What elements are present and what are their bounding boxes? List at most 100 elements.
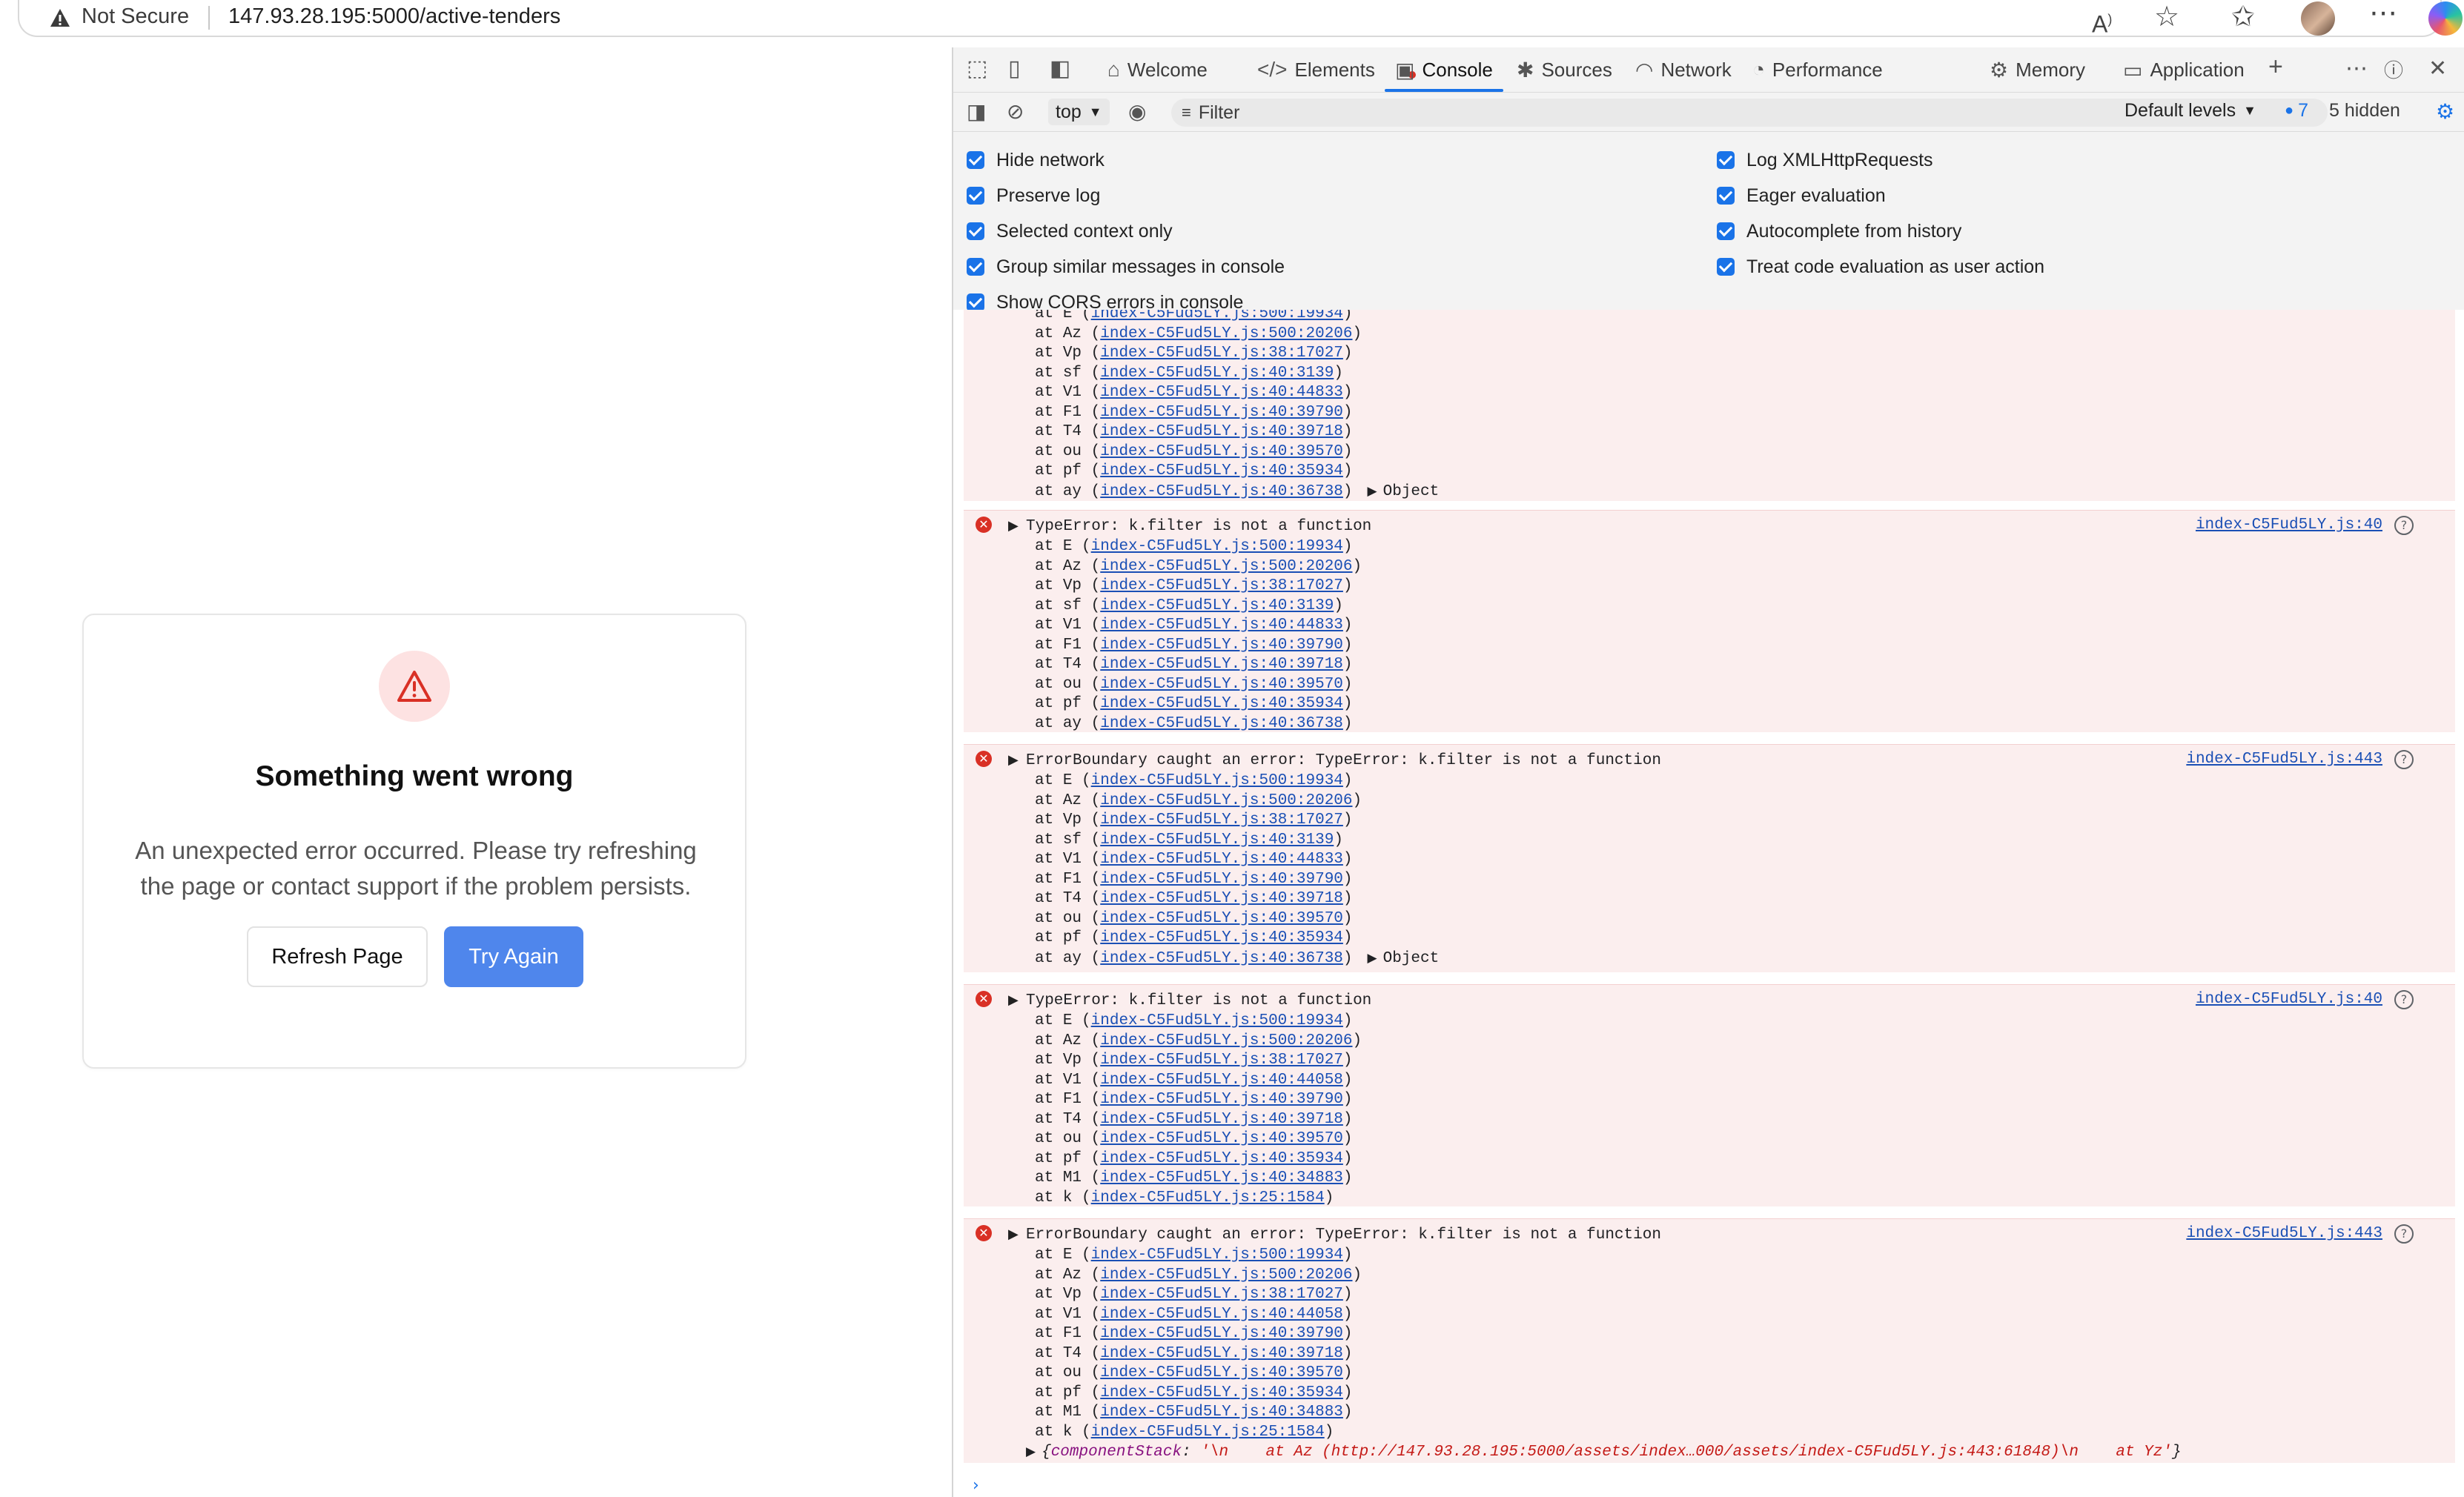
object-toggle[interactable]: ▶ Object <box>1368 950 1440 967</box>
source-link[interactable]: index-C5Fud5LY.js:40 <box>2196 517 2382 534</box>
frame-source-link[interactable]: index-C5Fud5LY.js:38:17027 <box>1100 1052 1343 1069</box>
checkbox-checked[interactable] <box>1717 151 1735 169</box>
frame-source-link[interactable]: index-C5Fud5LY.js:40:44833 <box>1100 384 1343 401</box>
inspect-icon[interactable]: ⬚ <box>967 56 987 82</box>
checkbox-checked[interactable] <box>967 187 984 205</box>
tab-network[interactable]: ◠ Network <box>1625 47 1742 92</box>
ai-explain-icon[interactable]: ? <box>2394 516 2414 535</box>
frame-source-link[interactable]: index-C5Fud5LY.js:40:35934 <box>1100 1150 1343 1167</box>
frame-source-link[interactable]: index-C5Fud5LY.js:25:1584 <box>1091 1424 1325 1441</box>
frame-source-link[interactable]: index-C5Fud5LY.js:500:20206 <box>1100 1032 1352 1049</box>
frame-source-link[interactable]: index-C5Fud5LY.js:40:39718 <box>1100 1345 1343 1362</box>
more-tools-icon[interactable]: ⋯ <box>2345 56 2368 82</box>
help-icon[interactable]: ⓘ <box>2384 58 2403 83</box>
frame-source-link[interactable]: index-C5Fud5LY.js:40:3139 <box>1100 365 1334 382</box>
frame-source-link[interactable]: index-C5Fud5LY.js:40:39570 <box>1100 910 1343 927</box>
setting-hide-network[interactable]: Hide network <box>967 142 1285 178</box>
try-again-button[interactable]: Try Again <box>444 926 583 987</box>
refresh-page-button[interactable]: Refresh Page <box>247 926 428 987</box>
frame-source-link[interactable]: index-C5Fud5LY.js:40:44833 <box>1100 851 1343 868</box>
frame-source-link[interactable]: index-C5Fud5LY.js:25:1584 <box>1091 1189 1325 1206</box>
tab-memory[interactable]: ⚙ Memory <box>1979 47 2096 92</box>
tab-sources[interactable]: ✱ Sources <box>1506 47 1623 92</box>
address-bar[interactable]: Not Secure 147.93.28.195:5000/active-ten… <box>18 0 2463 39</box>
frame-source-link[interactable]: index-C5Fud5LY.js:40:39718 <box>1100 656 1343 673</box>
frame-source-link[interactable]: index-C5Fud5LY.js:40:39718 <box>1100 890 1343 907</box>
frame-source-link[interactable]: index-C5Fud5LY.js:40:44833 <box>1100 617 1343 634</box>
frame-source-link[interactable]: index-C5Fud5LY.js:40:39790 <box>1100 404 1343 421</box>
dock-side-icon[interactable]: ◧ <box>1050 56 1070 82</box>
source-link[interactable]: index-C5Fud5LY.js:443 <box>2186 1225 2382 1242</box>
star-icon[interactable]: ☆ <box>2154 2 2179 32</box>
url-text[interactable]: 147.93.28.195:5000/active-tenders <box>228 4 560 29</box>
frame-source-link[interactable]: index-C5Fud5LY.js:500:20206 <box>1100 558 1352 575</box>
ai-explain-icon[interactable]: ? <box>2394 750 2414 769</box>
expand-caret-icon[interactable]: ▶ <box>1008 752 1019 768</box>
tab-application[interactable]: ▭ Application <box>2113 47 2255 92</box>
component-stack-object[interactable]: ▶ {componentStack: '\n at Az (http://147.… <box>1026 1444 2182 1461</box>
frame-source-link[interactable]: index-C5Fud5LY.js:40:44058 <box>1100 1072 1343 1089</box>
setting-eager-evaluation[interactable]: Eager evaluation <box>1717 178 2044 213</box>
frame-source-link[interactable]: index-C5Fud5LY.js:40:39570 <box>1100 1364 1343 1381</box>
frame-source-link[interactable]: index-C5Fud5LY.js:40:34883 <box>1100 1169 1343 1186</box>
checkbox-checked[interactable] <box>967 258 984 276</box>
frame-source-link[interactable]: index-C5Fud5LY.js:40:39790 <box>1100 1325 1343 1342</box>
frame-source-link[interactable]: index-C5Fud5LY.js:40:39790 <box>1100 637 1343 654</box>
frame-source-link[interactable]: index-C5Fud5LY.js:40:3139 <box>1100 832 1334 849</box>
console-settings-icon[interactable]: ⚙ <box>2436 100 2454 124</box>
device-emulation-icon[interactable]: ▯ <box>1008 56 1021 82</box>
frame-source-link[interactable]: index-C5Fud5LY.js:40:35934 <box>1100 695 1343 712</box>
clear-console-icon[interactable]: ⊘ <box>1007 100 1024 124</box>
more-icon[interactable]: ⋯ <box>2369 0 2397 28</box>
sidebar-toggle-icon[interactable]: ◨ <box>967 100 986 124</box>
frame-source-link[interactable]: index-C5Fud5LY.js:40:39570 <box>1100 676 1343 693</box>
checkbox-checked[interactable] <box>967 222 984 240</box>
frame-source-link[interactable]: index-C5Fud5LY.js:40:36738 <box>1100 715 1343 732</box>
setting-preserve-log[interactable]: Preserve log <box>967 178 1285 213</box>
frame-source-link[interactable]: index-C5Fud5LY.js:40:39570 <box>1100 443 1343 460</box>
checkbox-checked[interactable] <box>1717 258 1735 276</box>
frame-source-link[interactable]: index-C5Fud5LY.js:40:39790 <box>1100 1091 1343 1108</box>
favorites-icon[interactable]: ✩ <box>2231 2 2255 32</box>
frame-source-link[interactable]: index-C5Fud5LY.js:40:35934 <box>1100 929 1343 946</box>
read-aloud-icon[interactable]: A) <box>2092 4 2112 39</box>
frame-source-link[interactable]: index-C5Fud5LY.js:40:44058 <box>1100 1306 1343 1323</box>
frame-source-link[interactable]: index-C5Fud5LY.js:40:3139 <box>1100 597 1334 614</box>
tab-performance[interactable]: ◔ Performance <box>1742 47 1893 92</box>
frame-source-link[interactable]: index-C5Fud5LY.js:40:36738 <box>1100 483 1343 500</box>
frame-source-link[interactable]: index-C5Fud5LY.js:500:19934 <box>1091 772 1343 789</box>
frame-source-link[interactable]: index-C5Fud5LY.js:40:39718 <box>1100 423 1343 440</box>
frame-source-link[interactable]: index-C5Fud5LY.js:40:39790 <box>1100 871 1343 888</box>
source-link[interactable]: index-C5Fud5LY.js:40 <box>2196 991 2382 1008</box>
frame-source-link[interactable]: index-C5Fud5LY.js:500:19934 <box>1091 310 1343 322</box>
ai-explain-icon[interactable]: ? <box>2394 1224 2414 1244</box>
frame-source-link[interactable]: index-C5Fud5LY.js:40:34883 <box>1100 1404 1343 1421</box>
ai-explain-icon[interactable]: ? <box>2394 990 2414 1009</box>
setting-treat-code-evaluation-as-user-action[interactable]: Treat code evaluation as user action <box>1717 249 2044 285</box>
setting-group-similar-messages-in-console[interactable]: Group similar messages in console <box>967 249 1285 285</box>
frame-source-link[interactable]: index-C5Fud5LY.js:500:19934 <box>1091 538 1343 555</box>
frame-source-link[interactable]: index-C5Fud5LY.js:500:19934 <box>1091 1247 1343 1264</box>
context-selector[interactable]: top ▼ <box>1048 99 1110 125</box>
frame-source-link[interactable]: index-C5Fud5LY.js:38:17027 <box>1100 577 1343 594</box>
setting-log-xmlhttprequests[interactable]: Log XMLHttpRequests <box>1717 142 2044 178</box>
frame-source-link[interactable]: index-C5Fud5LY.js:500:19934 <box>1091 1012 1343 1029</box>
log-levels-dropdown[interactable]: Default levels ▼ <box>2124 100 2256 122</box>
tab-elements[interactable]: </> Elements <box>1247 47 1385 92</box>
setting-autocomplete-from-history[interactable]: Autocomplete from history <box>1717 213 2044 249</box>
frame-source-link[interactable]: index-C5Fud5LY.js:38:17027 <box>1100 345 1343 362</box>
frame-source-link[interactable]: index-C5Fud5LY.js:500:20206 <box>1100 325 1352 342</box>
object-toggle[interactable]: ▶ Object <box>1368 483 1440 500</box>
frame-source-link[interactable]: index-C5Fud5LY.js:40:35934 <box>1100 1384 1343 1401</box>
tab-welcome[interactable]: ⌂ Welcome <box>1097 47 1218 92</box>
console-prompt-icon[interactable]: › <box>973 1476 979 1495</box>
close-devtools-icon[interactable]: ✕ <box>2428 56 2447 82</box>
checkbox-checked[interactable] <box>967 293 984 311</box>
expand-caret-icon[interactable]: ▶ <box>1008 518 1019 534</box>
frame-source-link[interactable]: index-C5Fud5LY.js:38:17027 <box>1100 1286 1343 1303</box>
frame-source-link[interactable]: index-C5Fud5LY.js:500:20206 <box>1100 1267 1352 1284</box>
frame-source-link[interactable]: index-C5Fud5LY.js:38:17027 <box>1100 811 1343 829</box>
copilot-icon[interactable] <box>2428 1 2463 36</box>
tab-console[interactable]: ▣ Console <box>1385 47 1503 92</box>
issues-counter[interactable]: ● 7 <box>2285 100 2308 122</box>
